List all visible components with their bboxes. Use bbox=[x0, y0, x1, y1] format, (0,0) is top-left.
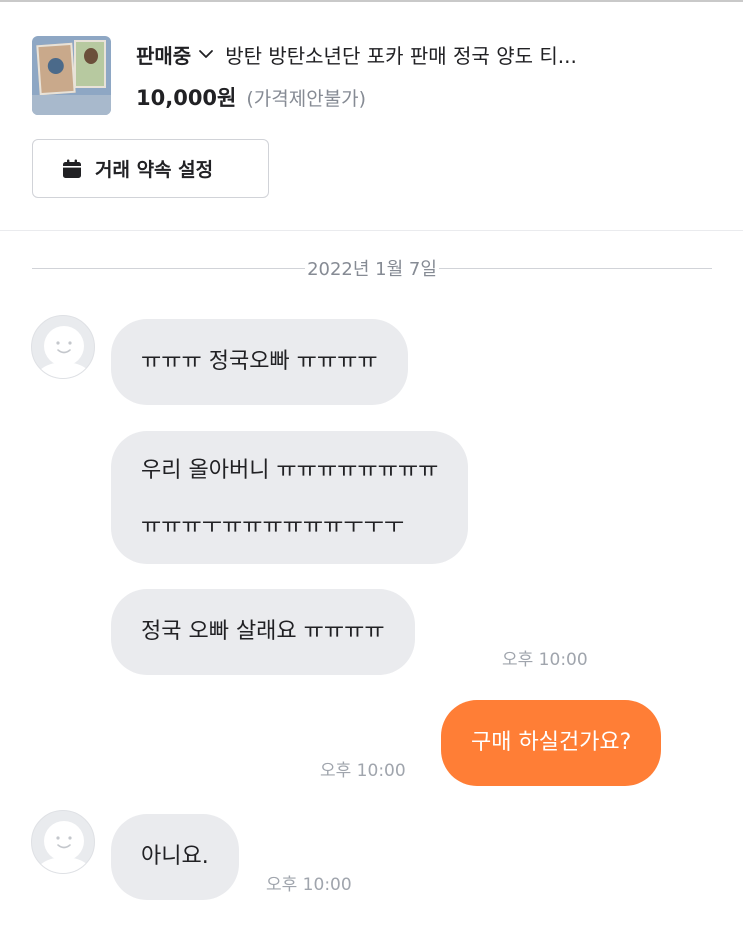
product-status-title-row: 판매중 방탄 방탄소년단 포카 판매 정국 양도 티... bbox=[136, 38, 716, 70]
product-title: 방탄 방탄소년단 포카 판매 정국 양도 티... bbox=[225, 43, 577, 68]
sale-status-dropdown[interactable]: 판매중 bbox=[136, 40, 191, 69]
default-avatar-icon bbox=[34, 326, 94, 378]
message-bubble[interactable]: 우리 올아버니 ㅠㅠㅠㅠㅠㅠㅠㅠ ㅠㅠㅠㅜㅠㅠㅠㅠㅠㅠㅜㅜㅜ bbox=[111, 431, 469, 564]
thumbnail-base bbox=[32, 95, 111, 115]
message-time: 오후 10:00 bbox=[266, 875, 352, 895]
thumbnail-photocard-right bbox=[74, 40, 106, 88]
message-bubble[interactable]: 정국 오빠 살래요 ㅠㅠㅠㅠ bbox=[111, 589, 415, 675]
message-text: ㅠㅠㅠ 정국오빠 ㅠㅠㅠㅠ bbox=[141, 349, 378, 374]
product-price-row: 10,000원 (가격제안불가) bbox=[136, 82, 366, 112]
message-text: 아니요. bbox=[141, 844, 209, 869]
date-divider-line-right bbox=[438, 267, 712, 269]
message-time: 오후 10:00 bbox=[320, 761, 406, 781]
sender-avatar[interactable] bbox=[31, 810, 95, 874]
product-price: 10,000원 bbox=[136, 86, 237, 110]
message-text: 정국 오빠 살래요 ㅠㅠㅠㅠ bbox=[141, 619, 385, 644]
default-avatar-icon bbox=[34, 821, 94, 873]
thumbnail-photocard-left bbox=[36, 42, 76, 96]
my-message-bubble[interactable]: 구매 하실건가요? bbox=[441, 700, 662, 786]
message-text-line: 우리 올아버니 ㅠㅠㅠㅠㅠㅠㅠㅠ bbox=[141, 458, 439, 483]
message-text: 구매 하실건가요? bbox=[471, 730, 632, 755]
calendar-icon bbox=[63, 159, 81, 178]
message-bubble[interactable]: ㅠㅠㅠ 정국오빠 ㅠㅠㅠㅠ bbox=[111, 319, 408, 405]
set-trade-appointment-label: 거래 약속 설정 bbox=[95, 159, 214, 181]
sender-avatar[interactable] bbox=[31, 315, 95, 379]
set-trade-appointment-button[interactable]: 거래 약속 설정 bbox=[32, 139, 269, 198]
message-time: 오후 10:00 bbox=[502, 650, 588, 670]
message-text-line: ㅠㅠㅠㅜㅠㅠㅠㅠㅠㅠㅜㅜㅜ bbox=[141, 514, 405, 539]
header-separator bbox=[0, 230, 743, 231]
date-divider-line-left bbox=[32, 267, 306, 269]
date-divider: 2022년 1월 7일 bbox=[32, 253, 712, 283]
message-bubble[interactable]: 아니요. bbox=[111, 814, 239, 900]
price-negotiation-note: (가격제안불가) bbox=[246, 88, 367, 110]
product-header[interactable]: 판매중 방탄 방탄소년단 포카 판매 정국 양도 티... 10,000원 (가… bbox=[32, 36, 732, 116]
product-thumbnail[interactable] bbox=[32, 36, 111, 115]
chat-date: 2022년 1월 7일 bbox=[307, 259, 437, 280]
top-divider bbox=[0, 0, 743, 2]
chevron-down-icon[interactable] bbox=[197, 44, 215, 64]
